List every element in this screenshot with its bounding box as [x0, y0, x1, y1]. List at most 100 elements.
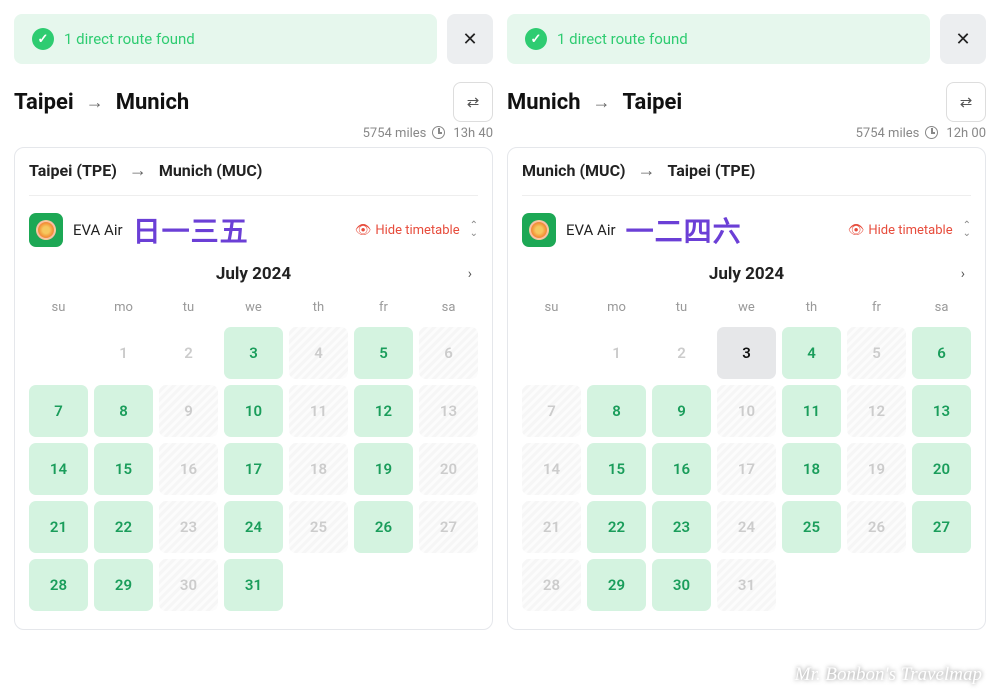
calendar-day[interactable]: 13: [912, 385, 971, 437]
calendar-day: 21: [522, 501, 581, 553]
timetable-card: Taipei (TPE) → Munich (MUC) EVA Air 日一三五…: [14, 147, 493, 630]
calendar-day[interactable]: 14: [29, 443, 88, 495]
next-month-button[interactable]: ›: [452, 266, 472, 282]
calendar-day[interactable]: 12: [354, 385, 413, 437]
close-icon: ✕: [955, 29, 970, 50]
next-month-button[interactable]: ›: [945, 266, 965, 282]
airline-logo: [522, 213, 556, 247]
calendar-day[interactable]: 26: [354, 501, 413, 553]
close-icon: ✕: [462, 29, 477, 50]
route-found-alert: ✓ 1 direct route found: [507, 14, 930, 64]
calendar-day[interactable]: 19: [354, 443, 413, 495]
airline-name: EVA Air: [566, 221, 616, 239]
calendar-day[interactable]: 29: [94, 559, 153, 611]
calendar-day[interactable]: 15: [587, 443, 646, 495]
calendar-day[interactable]: 9: [652, 385, 711, 437]
calendar-day: 9: [159, 385, 218, 437]
calendar-day[interactable]: 29: [587, 559, 646, 611]
dest-airport: Munich (MUC): [159, 161, 262, 180]
flight-panel: ✓ 1 direct route found ✕ Taipei → Munich…: [14, 14, 493, 684]
calendar-day[interactable]: 22: [94, 501, 153, 553]
calendar-day[interactable]: 21: [29, 501, 88, 553]
calendar-day[interactable]: 16: [652, 443, 711, 495]
calendar-day: 24: [717, 501, 776, 553]
weekday-label: sa: [912, 296, 971, 319]
origin-airport: Munich (MUC): [522, 161, 625, 180]
calendar-day: 6: [419, 327, 478, 379]
close-button[interactable]: ✕: [940, 14, 986, 64]
swap-route-button[interactable]: ⇄: [946, 82, 986, 122]
calendar-day: 12: [847, 385, 906, 437]
calendar-day: 1: [587, 327, 646, 379]
airline-name: EVA Air: [73, 221, 123, 239]
route-stats: 5754 miles 12h 00: [507, 126, 986, 141]
calendar-day[interactable]: 7: [29, 385, 88, 437]
calendar-day: 19: [847, 443, 906, 495]
calendar-day[interactable]: 11: [782, 385, 841, 437]
hide-timetable-button[interactable]: 👁 Hide timetable: [355, 223, 460, 238]
calendar-day[interactable]: 30: [652, 559, 711, 611]
miles-value: 5754 miles: [856, 126, 920, 141]
calendar-day[interactable]: 6: [912, 327, 971, 379]
calendar-day[interactable]: 10: [224, 385, 283, 437]
duration-value: 12h 00: [946, 126, 986, 141]
dest-city: Taipei: [623, 90, 683, 115]
month-label: July 2024: [55, 264, 452, 284]
calendar-day: 5: [847, 327, 906, 379]
calendar-day: 13: [419, 385, 478, 437]
hide-timetable-label: Hide timetable: [375, 223, 459, 238]
route-stats: 5754 miles 13h 40: [14, 126, 493, 141]
calendar-day: 20: [419, 443, 478, 495]
eye-slash-icon: 👁: [848, 223, 865, 238]
hide-timetable-button[interactable]: 👁 Hide timetable: [848, 223, 953, 238]
route-title: Taipei → Munich: [14, 90, 189, 115]
calendar-day[interactable]: 15: [94, 443, 153, 495]
check-icon: ✓: [525, 28, 547, 50]
calendar-day[interactable]: 31: [224, 559, 283, 611]
days-annotation: 一二四六: [626, 210, 742, 250]
calendar-day[interactable]: 27: [912, 501, 971, 553]
swap-route-button[interactable]: ⇄: [453, 82, 493, 122]
calendar-day[interactable]: 25: [782, 501, 841, 553]
calendar-day[interactable]: 3: [717, 327, 776, 379]
calendar-day[interactable]: 22: [587, 501, 646, 553]
weekday-label: su: [29, 296, 88, 319]
clock-icon: [925, 126, 938, 139]
calendar-day[interactable]: 17: [224, 443, 283, 495]
calendar-day[interactable]: 5: [354, 327, 413, 379]
expand-toggle[interactable]: ⌃⌄: [470, 222, 478, 238]
calendar-day[interactable]: 4: [782, 327, 841, 379]
calendar-grid: 1234567891011121314151617181920212223242…: [522, 327, 971, 611]
weekday-label: sa: [419, 296, 478, 319]
calendar-day: 7: [522, 385, 581, 437]
calendar-day[interactable]: 28: [29, 559, 88, 611]
weekday-label: fr: [354, 296, 413, 319]
month-header: July 2024 ›: [522, 264, 971, 296]
arrow-right-icon: →: [593, 92, 611, 113]
calendar-day[interactable]: 8: [587, 385, 646, 437]
month-header: July 2024 ›: [29, 264, 478, 296]
calendar-day[interactable]: 20: [912, 443, 971, 495]
miles-value: 5754 miles: [363, 126, 427, 141]
calendar-day[interactable]: 3: [224, 327, 283, 379]
close-button[interactable]: ✕: [447, 14, 493, 64]
calendar-day: 10: [717, 385, 776, 437]
airline-row: EVA Air 一二四六 👁 Hide timetable ⌃⌄: [522, 210, 971, 250]
calendar-day: 17: [717, 443, 776, 495]
flight-panel: ✓ 1 direct route found ✕ Munich → Taipei…: [507, 14, 986, 684]
weekday-label: tu: [652, 296, 711, 319]
calendar-day[interactable]: 8: [94, 385, 153, 437]
arrow-right-icon: →: [86, 92, 104, 113]
calendar-grid: 1234567891011121314151617181920212223242…: [29, 327, 478, 611]
calendar-day: 18: [289, 443, 348, 495]
origin-city: Taipei: [14, 90, 74, 115]
expand-toggle[interactable]: ⌃⌄: [963, 222, 971, 238]
duration-value: 13h 40: [453, 126, 493, 141]
weekday-label: th: [782, 296, 841, 319]
check-icon: ✓: [32, 28, 54, 50]
calendar-day[interactable]: 24: [224, 501, 283, 553]
weekday-label: mo: [94, 296, 153, 319]
calendar-day[interactable]: 18: [782, 443, 841, 495]
calendar-day: 27: [419, 501, 478, 553]
calendar-day[interactable]: 23: [652, 501, 711, 553]
